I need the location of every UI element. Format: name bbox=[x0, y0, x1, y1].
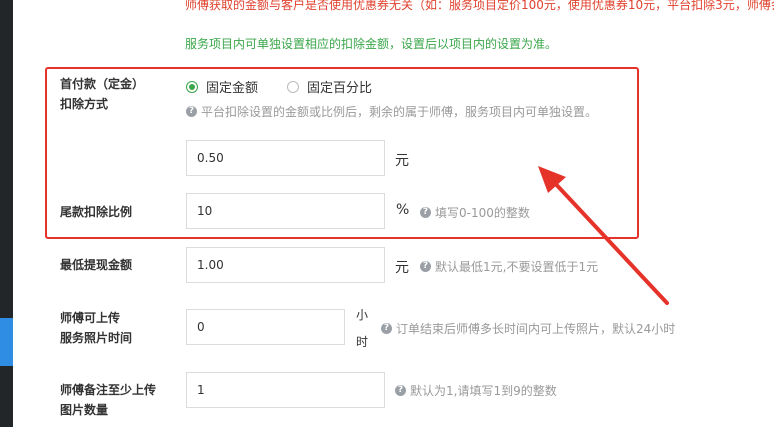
annotation-arrow-icon bbox=[538, 166, 669, 305]
